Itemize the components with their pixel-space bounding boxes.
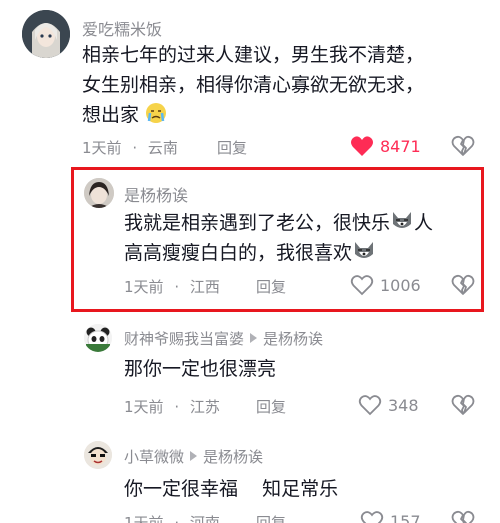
comment-username[interactable]: 小草微微 <box>124 448 184 466</box>
comment-text-line: 想出家 <box>82 104 140 126</box>
comment-location: 云南 <box>147 139 178 157</box>
reply-header: 小草微微 是杨杨诶 <box>124 446 263 467</box>
like-count: 348 <box>388 395 419 415</box>
dislike-button[interactable] <box>451 274 475 300</box>
reply-button[interactable]: 回复 <box>256 396 286 417</box>
comment-username[interactable]: 财神爷赐我当富婆 <box>124 330 244 348</box>
comment-text-line-wrap: 高高瘦瘦白白的，我很喜欢 <box>124 238 376 271</box>
heart-filled-icon <box>351 136 373 156</box>
like-button[interactable]: 348 <box>358 394 419 416</box>
meta-separator: · <box>174 514 180 523</box>
comment-text-line-wrap: 想出家 <box>82 100 167 133</box>
comment-time: 1天前 <box>124 514 164 523</box>
like-button[interactable]: 8471 <box>350 135 421 157</box>
comment-text-segment: 我就是相亲遇到了老公，很快乐 <box>124 212 391 234</box>
avatar[interactable] <box>84 178 114 208</box>
meta-separator: · <box>132 139 138 157</box>
dog-emoji-icon <box>352 240 376 271</box>
dislike-button[interactable] <box>451 510 475 523</box>
comment-time: 1天前 <box>124 278 164 296</box>
avatar-image <box>84 441 112 469</box>
comment-time: 1天前 <box>82 139 122 157</box>
reply-to-username[interactable]: 是杨杨诶 <box>263 330 323 348</box>
meta-separator: · <box>174 278 180 296</box>
like-count: 157 <box>390 511 421 523</box>
crying-emoji-icon <box>145 102 167 133</box>
comment-username[interactable]: 是杨杨诶 <box>124 182 188 206</box>
heart-icon <box>350 275 374 296</box>
reply-button[interactable]: 回复 <box>256 512 286 523</box>
comment-text-line: 女生别相亲，相得你清心寡欲无欲无求， <box>82 74 425 96</box>
avatar-image <box>84 178 114 208</box>
comment-text-line: 相亲七年的过来人建议，男生我不清楚， <box>82 44 425 66</box>
comment-time: 1天前 <box>124 398 164 416</box>
avatar-image <box>22 10 70 58</box>
comment-meta: 1天前 · 江西 <box>124 276 220 297</box>
meta-separator: · <box>174 398 180 416</box>
avatar[interactable] <box>22 10 70 58</box>
comment-text-line-wrap: 我就是相亲遇到了老公，很快乐 人 <box>124 208 433 241</box>
triangle-right-icon <box>190 451 198 461</box>
dog-emoji-icon <box>390 210 414 241</box>
like-button[interactable]: 1006 <box>350 274 421 296</box>
avatar-image <box>84 324 112 352</box>
dislike-button[interactable] <box>451 394 475 420</box>
broken-heart-icon <box>451 274 475 295</box>
dislike-button[interactable] <box>451 135 475 161</box>
comment-text-line: 高高瘦瘦白白的，我很喜欢 <box>124 242 353 264</box>
comment-meta: 1天前 · 云南 <box>82 137 178 158</box>
like-button[interactable]: 157 <box>360 510 421 523</box>
comment-text-line: 你一定很幸福 知足常乐 <box>124 478 339 500</box>
heart-icon <box>360 511 384 523</box>
broken-heart-icon <box>451 135 475 156</box>
comment-location: 江西 <box>189 278 220 296</box>
reply-header: 财神爷赐我当富婆 是杨杨诶 <box>124 328 323 349</box>
comment-text-line: 那你一定也很漂亮 <box>124 358 277 380</box>
like-count: 1006 <box>380 275 421 295</box>
triangle-right-icon <box>250 333 258 343</box>
comment-text-segment: 人 <box>414 212 434 234</box>
broken-heart-icon <box>451 394 475 415</box>
reply-button[interactable]: 回复 <box>217 137 247 158</box>
reply-to-username[interactable]: 是杨杨诶 <box>203 448 263 466</box>
comment-meta: 1天前 · 河南 <box>124 512 220 523</box>
broken-heart-icon <box>451 510 475 523</box>
like-count: 8471 <box>380 136 421 156</box>
comment-username[interactable]: 爱吃糯米饭 <box>82 16 162 40</box>
comment-location: 河南 <box>189 514 220 523</box>
avatar[interactable] <box>84 441 112 469</box>
avatar[interactable] <box>84 324 112 352</box>
heart-icon <box>358 395 382 416</box>
reply-button[interactable]: 回复 <box>256 276 286 297</box>
comment-location: 江苏 <box>189 398 220 416</box>
comment-meta: 1天前 · 江苏 <box>124 396 220 417</box>
